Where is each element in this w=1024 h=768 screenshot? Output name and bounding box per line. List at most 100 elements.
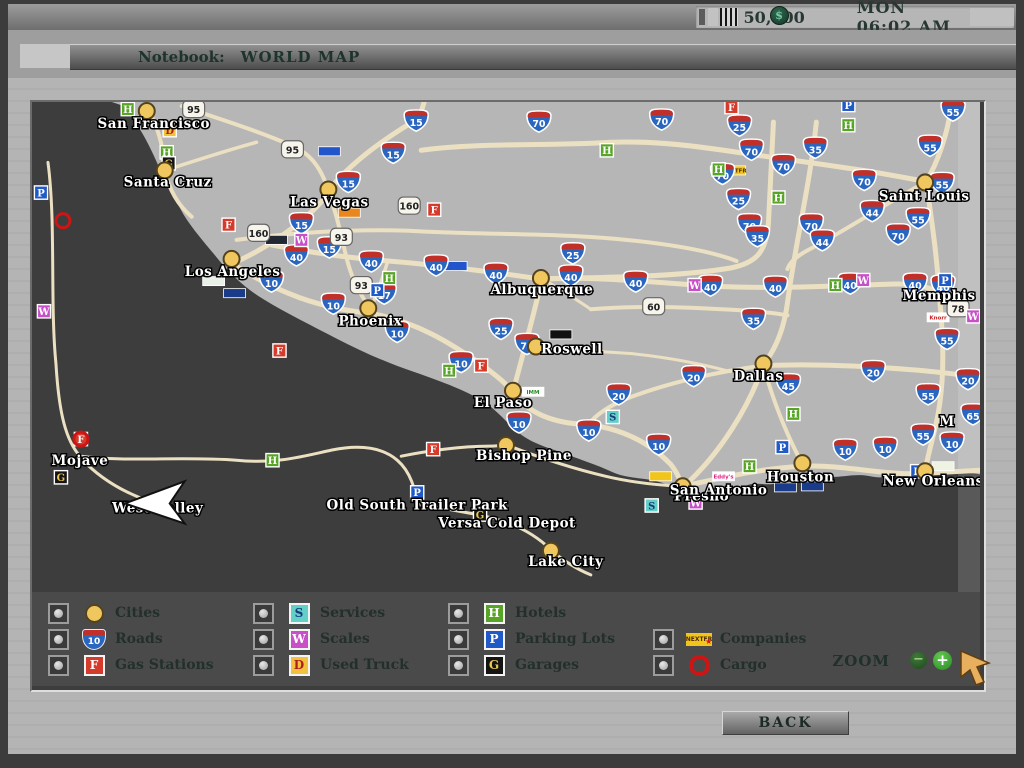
legend-checkbox-used[interactable]	[253, 655, 274, 676]
svg-text:Bishop Pine: Bishop Pine	[476, 448, 572, 464]
notebook-label: Notebook:	[138, 48, 225, 66]
svg-text:55: 55	[946, 108, 959, 119]
legend-label: Used Truck	[320, 657, 409, 673]
legend-label: Gas Stations	[115, 657, 214, 673]
svg-text:H: H	[714, 165, 724, 176]
map-badge-W: W	[966, 310, 979, 323]
legend-icon-wrap: F	[81, 655, 107, 676]
status-bar: 50,000 $ MON 06:02 AM	[8, 4, 1016, 30]
zoom-in-button[interactable]: +	[933, 651, 952, 670]
legend-item-hotels: HHotels	[448, 601, 566, 625]
svg-text:F: F	[728, 103, 735, 114]
legend-icon-wrap: S	[286, 603, 312, 624]
coin-icon: $	[770, 6, 789, 25]
svg-text:Saint Louis: Saint Louis	[879, 189, 970, 205]
map-badge-W: W	[857, 273, 870, 286]
svg-text:55: 55	[940, 336, 953, 347]
svg-text:55: 55	[922, 392, 935, 403]
map-badge-P: P	[34, 186, 47, 199]
legend-checkbox-gas[interactable]	[48, 655, 69, 676]
legend-checkbox-garages[interactable]	[448, 655, 469, 676]
svg-text:10: 10	[582, 428, 596, 439]
map-badge-S: S	[645, 499, 658, 512]
legend-checkbox-cargo[interactable]	[653, 655, 674, 676]
checkbox-dot	[259, 635, 268, 644]
legend-item-garages: GGarages	[448, 653, 579, 677]
company-logo	[224, 289, 246, 298]
legend-icon-wrap: 10	[81, 629, 107, 650]
map-badge-F: F	[474, 359, 487, 372]
legend-item-companies: NEXTFR★Companies	[653, 627, 806, 651]
company-logo: Eddy's	[713, 472, 735, 481]
city-roswell: Roswell	[528, 338, 603, 357]
legend-label: Parking Lots	[515, 631, 615, 647]
legend-item-scales: WScales	[253, 627, 370, 651]
legend-label: Roads	[115, 631, 163, 647]
svg-text:160: 160	[249, 229, 269, 240]
legend-checkbox-companies[interactable]	[653, 629, 674, 650]
svg-text:F: F	[478, 361, 485, 372]
map-badge-H: H	[266, 454, 279, 467]
map-badge-H: H	[383, 271, 396, 284]
company-logo	[932, 462, 954, 471]
legend-checkbox-parking[interactable]	[448, 629, 469, 650]
game-screen: 50,000 $ MON 06:02 AM Notebook: WORLD MA…	[0, 0, 1024, 768]
map-badge-W: W	[37, 305, 50, 318]
legend-checkbox-scales[interactable]	[253, 629, 274, 650]
svg-text:El Paso: El Paso	[474, 395, 533, 411]
legend-icon-wrap: G	[481, 655, 507, 676]
legend-item-cargo: Cargo	[653, 653, 767, 677]
company-logo	[550, 330, 572, 339]
checkbox-dot	[454, 661, 463, 670]
map-badge-W: W	[295, 233, 308, 246]
legend-checkbox-cities[interactable]	[48, 603, 69, 624]
map-badge-H: H	[829, 278, 842, 291]
us-route-shield-60: 60	[643, 298, 665, 315]
svg-text:10: 10	[839, 447, 853, 458]
map-badge-F: F	[273, 344, 286, 357]
map-badge-H: H	[443, 364, 456, 377]
map-badge-P: P	[842, 102, 855, 112]
svg-text:Memphis: Memphis	[903, 288, 976, 304]
svg-text:44: 44	[816, 238, 830, 249]
svg-text:Knorr: Knorr	[929, 315, 947, 321]
svg-text:10: 10	[652, 442, 666, 453]
svg-text:M: M	[939, 414, 954, 430]
us-route-shield-93: 93	[350, 277, 372, 294]
svg-text:20: 20	[687, 374, 701, 385]
svg-text:65: 65	[966, 412, 979, 423]
map-badge-H: H	[743, 460, 756, 473]
zoom-out-button[interactable]: −	[910, 652, 927, 669]
checkbox-dot	[454, 635, 463, 644]
svg-text:40: 40	[629, 279, 643, 290]
mouse-cursor-icon	[958, 650, 994, 690]
back-button[interactable]: BACK	[722, 711, 849, 735]
world-map-svg[interactable]: NEXTFREddy'sIMMKnorr15151515157070707070…	[32, 102, 980, 592]
legend-checkbox-hotels[interactable]	[448, 603, 469, 624]
svg-text:H: H	[831, 281, 841, 292]
map-badge-W: W	[688, 278, 701, 291]
status-chip	[699, 9, 705, 25]
cargo-icon	[689, 655, 710, 676]
svg-text:H: H	[444, 366, 454, 377]
svg-text:10: 10	[391, 329, 405, 340]
map-badge-P: P	[776, 440, 789, 453]
svg-text:25: 25	[494, 326, 507, 337]
map-badge-H: H	[600, 144, 613, 157]
svg-text:15: 15	[295, 221, 308, 232]
svg-text:10: 10	[512, 420, 526, 431]
svg-text:H: H	[745, 462, 755, 473]
svg-text:70: 70	[745, 147, 759, 158]
svg-text:Roswell: Roswell	[541, 341, 603, 357]
svg-text:15: 15	[410, 118, 423, 129]
svg-text:P: P	[845, 102, 853, 112]
legend-checkbox-services[interactable]	[253, 603, 274, 624]
svg-text:S: S	[648, 501, 655, 512]
svg-text:Los Angeles: Los Angeles	[185, 264, 281, 280]
company-logo	[650, 472, 672, 481]
legend-label: Companies	[720, 631, 806, 647]
svg-text:15: 15	[387, 150, 400, 161]
legend-checkbox-roads[interactable]	[48, 629, 69, 650]
svg-text:25: 25	[566, 251, 579, 262]
svg-text:Old South Trailer Park: Old South Trailer Park	[326, 497, 508, 513]
